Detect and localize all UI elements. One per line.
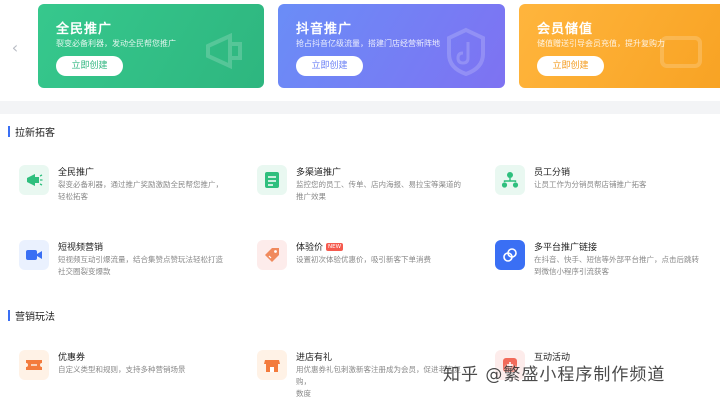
douyin-icon xyxy=(447,27,485,76)
coupon-icon xyxy=(19,350,49,380)
section-title: 拉新拓客 xyxy=(15,127,55,139)
tool-desc-line2: 数度 xyxy=(296,389,311,398)
section-divider xyxy=(0,101,720,114)
banner-title: 会员储值 xyxy=(537,22,594,37)
banner-carousel: ‹ 全民推广 裂变必备利器，发动全民帮您推广 立即创建 抖音推广 抢占抖音亿级流… xyxy=(0,0,720,101)
tool-name: 优惠券 xyxy=(58,353,86,363)
megaphone-icon xyxy=(19,165,49,195)
carousel-prev-arrow-icon[interactable]: ‹ xyxy=(9,38,21,58)
wallet-icon xyxy=(660,36,702,68)
org-chart-icon xyxy=(495,165,525,195)
banner-card-quanmin[interactable]: 全民推广 裂变必备利器，发动全民帮您推广 立即创建 xyxy=(38,4,264,88)
tool-name: 体验价 NEW xyxy=(296,240,344,253)
tool-item-staff-distribution[interactable]: 员工分销 让员工作为分销员帮店铺推广拓客 xyxy=(495,165,715,209)
tool-desc: 短视频互动引爆流量，结合集赞点赞玩法轻松打造社交圈裂变爆款 xyxy=(58,255,223,276)
shop-gift-icon xyxy=(257,350,287,380)
link-icon xyxy=(495,240,525,270)
tool-item-trial-price[interactable]: 体验价 NEW 设置初次体验优惠价，吸引新客下单消费 xyxy=(257,240,477,284)
tool-desc: 让员工作为分销员帮店铺推广拓客 xyxy=(534,180,647,189)
tool-name: 员工分销 xyxy=(534,168,571,178)
tool-desc: 监控您的员工、传单、店内海报、易拉宝等渠道的推广效果 xyxy=(296,180,461,201)
document-icon xyxy=(257,165,287,195)
tool-item-quanmin[interactable]: 全民推广 裂变必备利器，通过推广奖励激励全民帮您推广，轻松拓客 xyxy=(19,165,239,209)
banner-card-douyin[interactable]: 抖音推广 抢占抖音亿级流量，搭建门店经营新阵地 立即创建 xyxy=(278,4,505,88)
create-now-button[interactable]: 立即创建 xyxy=(296,56,363,76)
tool-name-text: 体验价 xyxy=(296,243,324,253)
video-icon xyxy=(19,240,49,270)
tool-item-coupon[interactable]: 优惠券 自定义类型和规则，支持多种营销场景 xyxy=(19,350,239,394)
tag-icon xyxy=(257,240,287,270)
tool-item-short-video[interactable]: 短视频营销 短视频互动引爆流量，结合集赞点赞玩法轻松打造社交圈裂变爆款 xyxy=(19,240,239,284)
banner-desc: 抢占抖音亿级流量，搭建门店经营新阵地 xyxy=(296,39,440,48)
section-title: 营销玩法 xyxy=(15,311,55,323)
create-now-button[interactable]: 立即创建 xyxy=(537,56,604,76)
zhihu-watermark: 知乎 @繁盛小程序制作频道 xyxy=(443,365,666,385)
tool-item-multiplatform-link[interactable]: 多平台推广链接 在抖音、快手、短信等外部平台推广，点击后跳转到微信小程序引流获客 xyxy=(495,240,715,284)
banner-desc: 裂变必备利器，发动全民帮您推广 xyxy=(56,39,176,48)
tool-desc: 在抖音、快手、短信等外部平台推广，点击后跳转到微信小程序引流获客 xyxy=(534,255,699,276)
tool-name: 多平台推广链接 xyxy=(534,243,598,253)
section-accent-bar xyxy=(8,125,10,137)
section-accent-bar xyxy=(8,309,10,321)
tool-item-multichannel[interactable]: 多渠道推广 监控您的员工、传单、店内海报、易拉宝等渠道的推广效果 xyxy=(257,165,477,209)
tool-name: 多渠道推广 xyxy=(296,168,342,178)
tool-name: 短视频营销 xyxy=(58,243,104,253)
marketing-center-page: ‹ 全民推广 裂变必备利器，发动全民帮您推广 立即创建 抖音推广 抢占抖音亿级流… xyxy=(0,0,720,402)
banner-card-member-deposit[interactable]: 会员储值 储值赠送引导会员充值，提升复购力 立即创建 xyxy=(519,4,720,88)
banner-desc: 储值赠送引导会员充值，提升复购力 xyxy=(537,39,665,48)
tool-name: 进店有礼 xyxy=(296,353,333,363)
section-header-marketing: 营销玩法 xyxy=(8,308,55,323)
tool-desc: 设置初次体验优惠价，吸引新客下单消费 xyxy=(296,255,431,264)
tool-desc-line1: 用优惠券礼包刺激新客注册成为会员，促进老客复购， xyxy=(296,365,461,386)
create-now-button[interactable]: 立即创建 xyxy=(56,56,123,76)
banner-title: 全民推广 xyxy=(56,22,113,37)
banner-title: 抖音推广 xyxy=(296,22,353,37)
megaphone-icon xyxy=(206,32,242,70)
tool-desc: 裂变必备利器，通过推广奖励激励全民帮您推广，轻松拓客 xyxy=(58,180,223,201)
tool-name: 全民推广 xyxy=(58,168,95,178)
section-header-acquisition: 拉新拓客 xyxy=(8,124,55,139)
tool-desc: 自定义类型和规则，支持多种营销场景 xyxy=(58,365,186,374)
new-badge: NEW xyxy=(326,243,344,251)
